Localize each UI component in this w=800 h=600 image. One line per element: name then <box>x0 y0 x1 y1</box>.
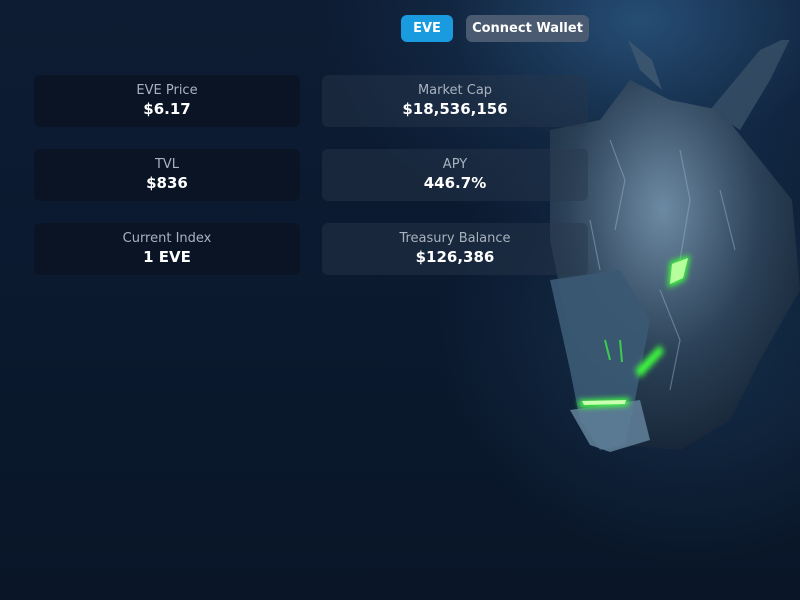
stat-value: $18,536,156 <box>402 100 508 118</box>
stats-grid: EVE Price $6.17 Market Cap $18,536,156 T… <box>34 75 588 275</box>
stat-label: APY <box>442 157 468 172</box>
stat-value: $6.17 <box>143 100 191 118</box>
stat-card-market-cap: Market Cap $18,536,156 <box>322 75 588 127</box>
stat-value: 446.7% <box>423 174 487 192</box>
stat-label: EVE Price <box>136 83 198 98</box>
stat-label: TVL <box>154 157 180 172</box>
token-button[interactable]: EVE <box>401 15 453 42</box>
stat-card-eve-price: EVE Price $6.17 <box>34 75 300 127</box>
stat-label: Market Cap <box>417 83 493 98</box>
stat-label: Treasury Balance <box>399 231 511 246</box>
connect-wallet-button[interactable]: Connect Wallet <box>466 15 589 42</box>
stat-label: Current Index <box>122 231 212 246</box>
stat-card-current-index: Current Index 1 EVE <box>34 223 300 275</box>
header-actions: EVE Connect Wallet <box>401 15 589 42</box>
stat-card-treasury-balance: Treasury Balance $126,386 <box>322 223 588 275</box>
stat-value: 1 EVE <box>143 248 191 266</box>
stat-value: $836 <box>146 174 188 192</box>
stat-card-apy: APY 446.7% <box>322 149 588 201</box>
stat-card-tvl: TVL $836 <box>34 149 300 201</box>
stat-value: $126,386 <box>415 248 495 266</box>
